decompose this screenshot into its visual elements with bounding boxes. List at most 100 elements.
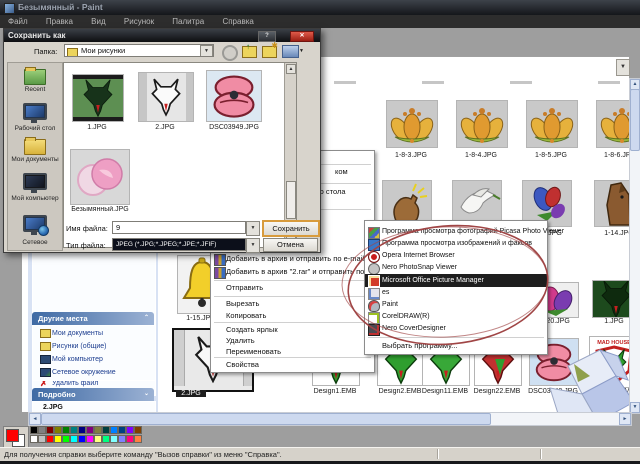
other-places-header[interactable]: Другие места ⌃	[32, 312, 154, 325]
palette-color-swatch[interactable]	[102, 426, 110, 434]
thumb-label[interactable]: Design22.EMB	[469, 388, 525, 395]
thumb-label[interactable]: Design11.EMB	[417, 388, 473, 395]
palette-color-swatch[interactable]	[86, 426, 94, 434]
submenu-item-paint[interactable]: Paint	[365, 299, 547, 312]
context-item-archive-rar-email[interactable]: Добавить в архив "2.rar" и отправить по …	[211, 266, 387, 279]
context-item-send-to[interactable]: Отправить ►	[211, 282, 374, 294]
scroll-left-arrow[interactable]: ◄	[29, 413, 41, 425]
folder-dropdown-arrow[interactable]: ▼	[200, 45, 213, 56]
place-desktop[interactable]: Рабочий стол	[8, 103, 62, 132]
color-palette-cells[interactable]	[30, 426, 144, 444]
palette-color-swatch[interactable]	[110, 435, 118, 443]
filetype-dropdown-arrow[interactable]: ▼	[246, 238, 260, 253]
palette-color-swatch[interactable]	[134, 435, 142, 443]
scroll-right-arrow[interactable]: ►	[619, 413, 631, 425]
thumb-label[interactable]: 1-8-4.JPG	[451, 152, 511, 159]
file-thumb-1jpg[interactable]	[72, 74, 124, 122]
place-recent[interactable]: Recent	[8, 67, 62, 93]
palette-color-swatch[interactable]	[110, 426, 118, 434]
menu-palette[interactable]: Палитра	[172, 17, 204, 26]
explorer-address-dropdown[interactable]: ▼	[616, 59, 630, 76]
context-item-archive-email[interactable]: Добавить в архив и отправить по e-mail..…	[211, 253, 374, 266]
thumb-label[interactable]: Design1.EMB	[307, 388, 363, 395]
thumb-label-selected[interactable]: 2.JPG	[176, 390, 206, 397]
palette-color-swatch[interactable]	[70, 435, 78, 443]
filetype-combobox[interactable]: JPEG (*.JPG;*.JPEG;*.JPE;*.JFIF)	[112, 238, 246, 251]
place-my-computer[interactable]: Мой компьютер	[40, 355, 103, 364]
menu-file[interactable]: Файл	[8, 17, 28, 26]
palette-color-swatch[interactable]	[62, 435, 70, 443]
place-my-documents[interactable]: Мои документы	[8, 137, 62, 163]
paint-titlebar[interactable]: Безымянный - Paint	[0, 0, 640, 15]
thumb-label[interactable]: 1-8-3.JPG	[381, 152, 441, 159]
folder-combobox[interactable]: Мои рисунки ▼	[64, 44, 214, 57]
filename-dropdown-arrow[interactable]: ▼	[246, 221, 260, 236]
file-thumb-untitled[interactable]	[70, 149, 130, 205]
palette-color-swatch[interactable]	[78, 426, 86, 434]
palette-color-swatch[interactable]	[94, 435, 102, 443]
context-item-copy[interactable]: Копировать	[211, 310, 374, 322]
file-thumb-2jpg[interactable]	[138, 72, 194, 122]
palette-color-swatch[interactable]	[62, 426, 70, 434]
submenu-item-picasa[interactable]: Программа просмотра фотографий Picasa Ph…	[365, 226, 564, 239]
palette-color-swatch[interactable]	[118, 435, 126, 443]
thumb-label[interactable]: 1-8-5.JPG	[521, 152, 581, 159]
submenu-item-coreldraw[interactable]: CorelDRAW(R)	[365, 311, 547, 324]
submenu-item-ms-picture-manager[interactable]: Microsoft Office Picture Manager	[365, 274, 547, 287]
new-folder-icon[interactable]: ✱	[262, 42, 278, 58]
scroll-up-arrow[interactable]: ▲	[286, 64, 296, 74]
place-my-documents[interactable]: Мои документы	[40, 329, 103, 338]
task-delete-file[interactable]: ✗ Удалить файл	[40, 379, 98, 388]
palette-color-swatch[interactable]	[102, 435, 110, 443]
palette-color-swatch[interactable]	[118, 426, 126, 434]
filename-input[interactable]: 9	[112, 221, 246, 234]
file-label[interactable]: 2.JPG	[135, 124, 195, 131]
up-one-level-icon[interactable]: ↑	[242, 43, 257, 58]
list-scroll-thumb[interactable]	[286, 181, 296, 219]
palette-color-swatch[interactable]	[30, 426, 38, 434]
save-button[interactable]: Сохранить	[262, 220, 320, 237]
views-menu-icon[interactable]	[282, 45, 299, 58]
menu-edit[interactable]: Правка	[46, 17, 73, 26]
place-my-computer[interactable]: Мой компьютер	[8, 173, 62, 202]
file-thumb-dsc03949[interactable]	[206, 70, 262, 122]
menu-view[interactable]: Вид	[91, 17, 105, 26]
menu-image[interactable]: Рисунок	[124, 17, 154, 26]
submenu-item-nero-photosnap[interactable]: Nero PhotoSnap Viewer	[365, 262, 547, 275]
details-header[interactable]: Подробно ⌄	[32, 388, 154, 401]
file-label[interactable]: Безымянный.JPG	[65, 206, 135, 213]
views-caret-icon[interactable]: ▼	[299, 48, 304, 54]
palette-color-swatch[interactable]	[38, 435, 46, 443]
cancel-button[interactable]: Отмена	[263, 238, 318, 252]
submenu-item-es[interactable]: es	[365, 287, 547, 300]
place-shared-pictures[interactable]: Рисунки (общие)	[40, 342, 107, 351]
current-colors-box[interactable]	[3, 426, 29, 448]
submenu-item-fax-viewer[interactable]: Программа просмотра изображений и факсов	[365, 238, 547, 251]
palette-color-swatch[interactable]	[126, 435, 134, 443]
palette-color-swatch[interactable]	[86, 435, 94, 443]
thumbnail-1-8-3[interactable]	[386, 100, 438, 148]
back-button-icon[interactable]	[222, 45, 238, 61]
palette-color-swatch[interactable]	[78, 435, 86, 443]
dialog-close-button[interactable]: ✕	[290, 31, 314, 42]
context-item-properties[interactable]: Свойства	[211, 359, 374, 371]
file-label[interactable]: 1.JPG	[67, 124, 127, 131]
palette-color-swatch[interactable]	[54, 426, 62, 434]
thumbnail-1-8-4[interactable]	[456, 100, 508, 148]
place-network[interactable]: Сетевое окружение	[40, 368, 116, 377]
palette-color-swatch[interactable]	[46, 426, 54, 434]
horizontal-scrollbar[interactable]: ◄ ►	[28, 412, 632, 426]
palette-color-swatch[interactable]	[38, 426, 46, 434]
submenu-item-choose-program[interactable]: Выбрать программу...	[365, 340, 547, 352]
submenu-item-nero-coverdesigner[interactable]: Nero CoverDesigner	[365, 323, 547, 336]
palette-color-swatch[interactable]	[46, 435, 54, 443]
menu-help[interactable]: Справка	[222, 17, 253, 26]
place-network[interactable]: Сетевое	[8, 215, 62, 246]
file-label[interactable]: DSC03949.JPG	[203, 124, 265, 131]
vertical-scrollbar[interactable]: ▲ ▼	[629, 78, 640, 414]
palette-color-swatch[interactable]	[30, 435, 38, 443]
palette-color-swatch[interactable]	[94, 426, 102, 434]
palette-color-swatch[interactable]	[54, 435, 62, 443]
context-item-cut[interactable]: Вырезать	[211, 298, 374, 310]
palette-color-swatch[interactable]	[126, 426, 134, 434]
